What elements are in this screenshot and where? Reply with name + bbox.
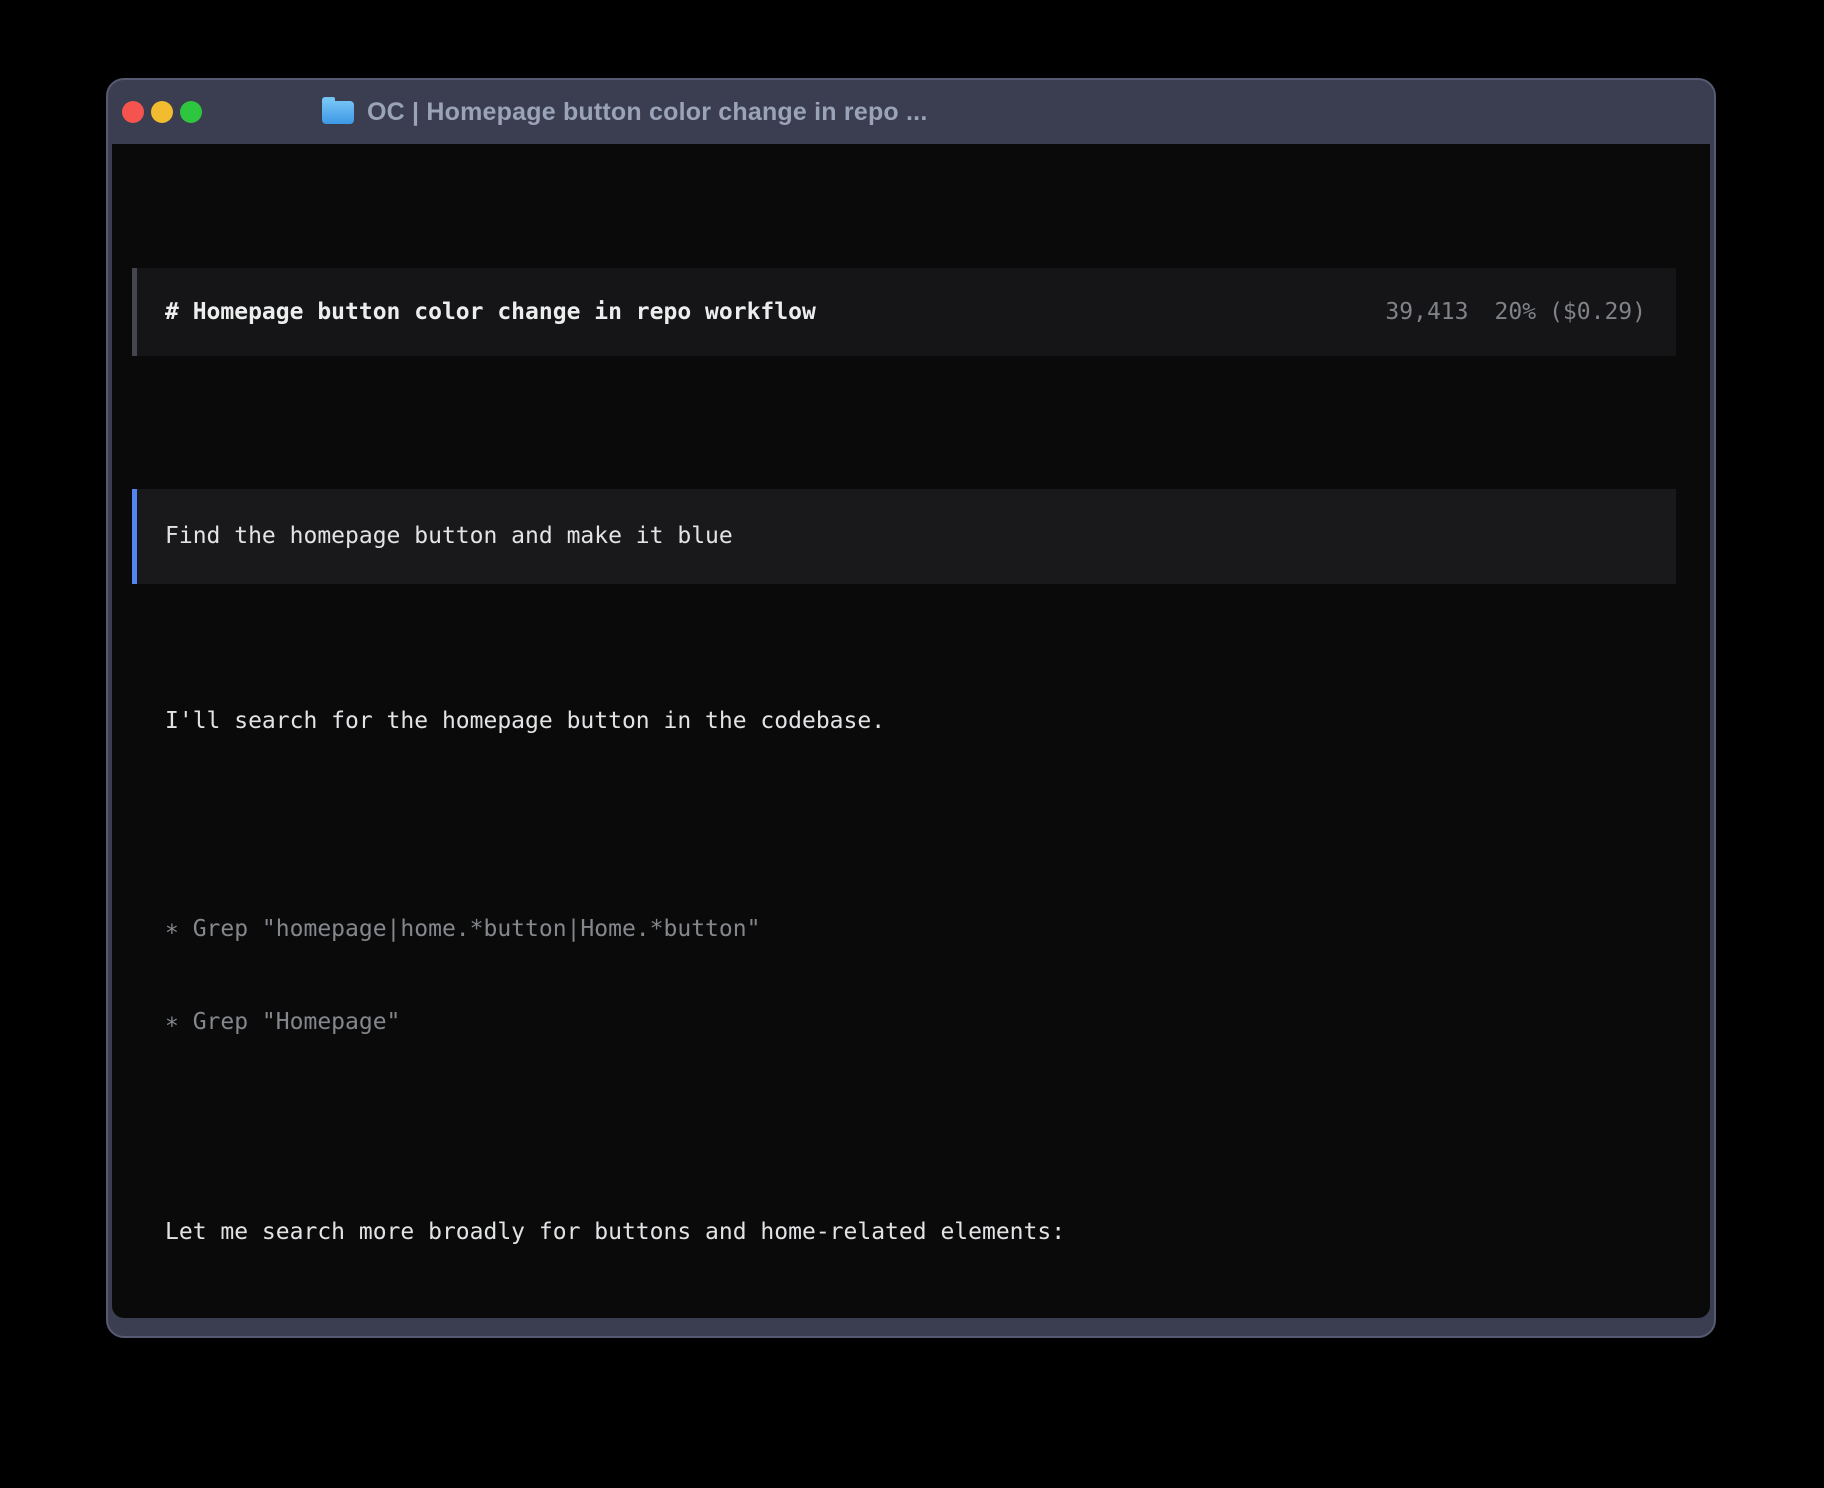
session-title: # Homepage button color change in repo w…	[165, 297, 816, 328]
assistant-text: Let me search more broadly for buttons a…	[165, 1217, 1676, 1248]
user-message-text: Find the homepage button and make it blu…	[165, 521, 733, 552]
tool-call-group: ∗ Grep "homepage|home.*button|Home.*butt…	[165, 852, 1676, 1100]
assistant-text: I'll search for the homepage button in t…	[165, 706, 1676, 737]
context-percent: 20%	[1495, 299, 1537, 325]
close-button[interactable]	[122, 101, 144, 123]
token-count: 39,413	[1385, 299, 1468, 325]
tool-call-grep: ∗ Grep "homepage|home.*button|Home.*butt…	[165, 914, 1676, 945]
terminal-content: # Homepage button color change in repo w…	[112, 144, 1710, 1318]
traffic-lights	[122, 101, 202, 123]
titlebar[interactable]: OC | Homepage button color change in rep…	[108, 80, 1714, 144]
minimize-button[interactable]	[151, 101, 173, 123]
tool-call-grep: ∗ Grep "Homepage"	[165, 1007, 1676, 1038]
folder-icon	[322, 101, 354, 124]
session-header: # Homepage button color change in repo w…	[132, 268, 1676, 356]
session-stats: 39,413 20% ($0.29)	[1385, 297, 1646, 328]
terminal-window: OC | Homepage button color change in rep…	[106, 78, 1716, 1338]
zoom-button[interactable]	[180, 101, 202, 123]
user-message: Find the homepage button and make it blu…	[132, 489, 1676, 584]
window-title: OC | Homepage button color change in rep…	[367, 98, 927, 127]
session-cost: ($0.29)	[1549, 299, 1646, 325]
